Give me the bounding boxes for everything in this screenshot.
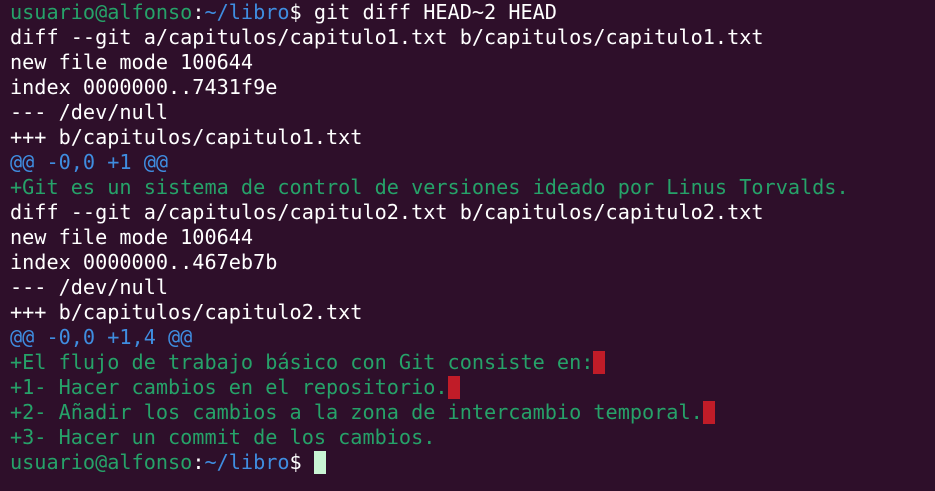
diff-added-text: +2- Añadir los cambios a la zona de inte… [10, 400, 703, 424]
prompt-separator: : [192, 450, 205, 474]
diff-added-text: +1- Hacer cambios en el repositorio. [10, 375, 448, 399]
diff-file-mode: new file mode 100644 [10, 50, 254, 74]
diff-hunk-header: @@ -0,0 +1 @@ [10, 150, 169, 174]
diff-index: index 0000000..467eb7b [10, 250, 278, 274]
prompt-path: ~/libro [204, 0, 290, 24]
diff-file-mode: new file mode 100644 [10, 225, 254, 249]
diff-added-line: +Git es un sistema de control de version… [10, 175, 849, 199]
prompt-line[interactable]: usuario@alfonso:~/libro$ [10, 450, 935, 475]
trailing-whitespace-marker [593, 351, 606, 374]
prompt-symbol: $ [289, 450, 314, 474]
prompt-path: ~/libro [204, 450, 290, 474]
command-text: git diff HEAD~2 HEAD [313, 0, 557, 24]
text-cursor[interactable] [313, 451, 326, 474]
trailing-whitespace-marker [702, 401, 715, 424]
diff-from-file: --- /dev/null [10, 275, 169, 299]
diff-to-file: +++ b/capitulos/capitulo1.txt [10, 125, 363, 149]
diff-added-line: +2- Añadir los cambios a la zona de inte… [10, 400, 935, 425]
diff-header: diff --git a/capitulos/capitulo1.txt b/c… [10, 25, 764, 49]
diff-added-line: +El flujo de trabajo básico con Git cons… [10, 350, 935, 375]
diff-added-line: +1- Hacer cambios en el repositorio. [10, 375, 935, 400]
diff-to-file: +++ b/capitulos/capitulo2.txt [10, 300, 363, 324]
diff-header: diff --git a/capitulos/capitulo2.txt b/c… [10, 200, 764, 224]
prompt-user-host: usuario@alfonso [10, 0, 193, 24]
terminal-window[interactable]: usuario@alfonso:~/libro$ git diff HEAD~2… [0, 0, 935, 491]
diff-index: index 0000000..7431f9e [10, 75, 278, 99]
diff-added-line: +3- Hacer un commit de los cambios. [10, 425, 436, 449]
diff-from-file: --- /dev/null [10, 100, 169, 124]
diff-hunk-header: @@ -0,0 +1,4 @@ [10, 325, 193, 349]
prompt-line: usuario@alfonso:~/libro$ git diff HEAD~2… [10, 0, 935, 25]
prompt-separator: : [192, 0, 205, 24]
diff-added-text: +El flujo de trabajo básico con Git cons… [10, 350, 594, 374]
prompt-symbol: $ [289, 0, 314, 24]
trailing-whitespace-marker [447, 376, 460, 399]
prompt-user-host: usuario@alfonso [10, 450, 193, 474]
